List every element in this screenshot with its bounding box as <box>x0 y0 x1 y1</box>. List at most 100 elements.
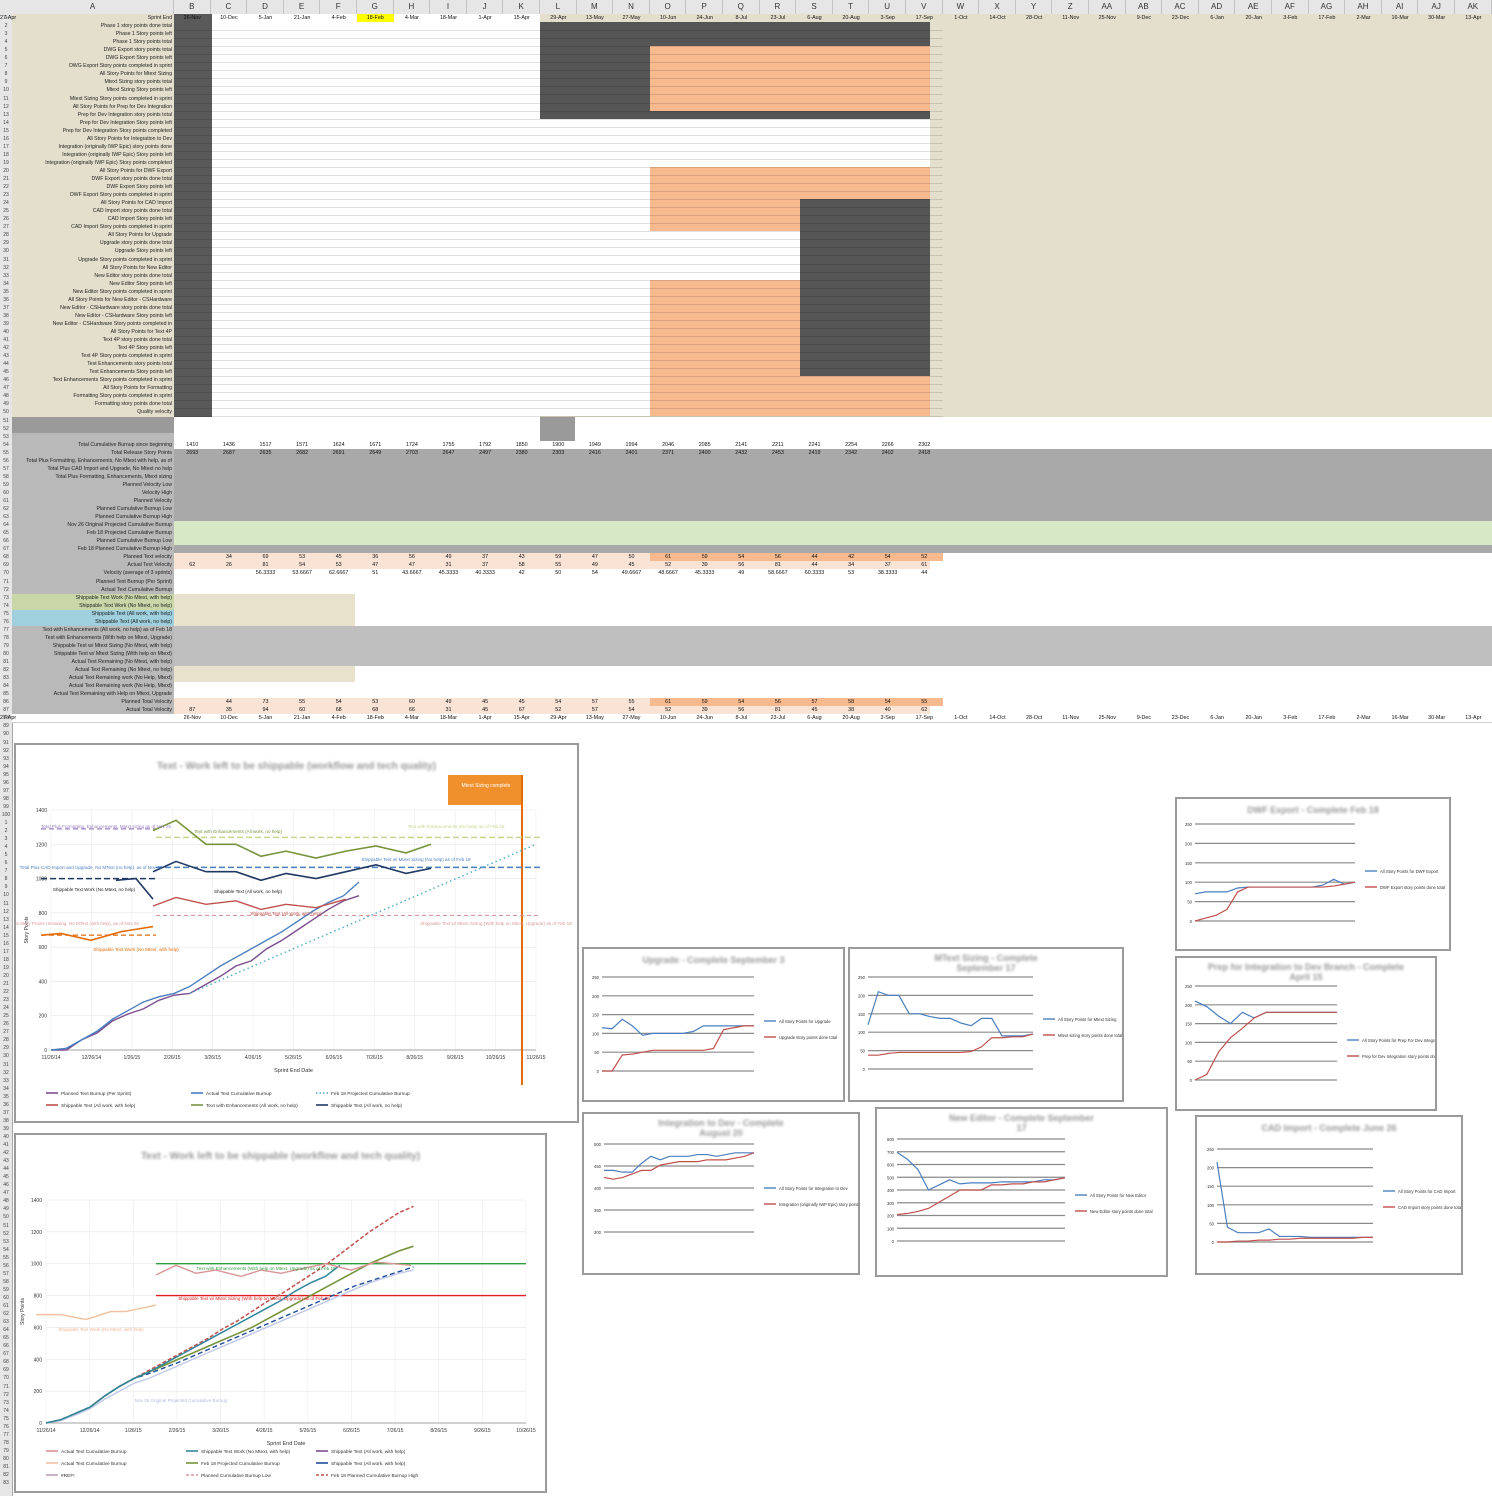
value-cell[interactable]: 2085 <box>686 441 723 449</box>
value-cell[interactable]: 56 <box>394 553 431 561</box>
sprint-date-cell[interactable]: 13-May <box>577 14 614 22</box>
row-header[interactable]: 8 <box>0 70 12 78</box>
row-header[interactable]: 13 <box>0 111 12 119</box>
value-cell[interactable]: 52 <box>650 706 687 714</box>
value-cell[interactable]: 56 <box>759 698 797 707</box>
row-header[interactable]: 93 <box>0 755 12 763</box>
value-cell[interactable]: 1571 <box>284 441 321 449</box>
value-cell[interactable]: 81 <box>760 561 797 569</box>
row-header[interactable]: 6 <box>0 859 12 867</box>
value-cell[interactable]: 61 <box>906 561 943 569</box>
row-header[interactable]: 61 <box>0 1302 12 1310</box>
value-cell[interactable]: 2453 <box>760 449 797 457</box>
row-header[interactable]: 49 <box>0 1205 12 1213</box>
column-header-c[interactable]: C <box>211 0 248 14</box>
row-header[interactable]: 45 <box>0 1173 12 1181</box>
filler-cell[interactable] <box>210 408 248 418</box>
row-header[interactable]: 75 <box>0 1415 12 1423</box>
value-cell[interactable]: 1410 <box>174 441 211 449</box>
value-cell[interactable]: 2416 <box>577 449 614 457</box>
sprint-date-cell[interactable]: 27-May <box>613 14 650 22</box>
value-cell[interactable]: 42 <box>832 553 870 562</box>
row-header[interactable]: 53 <box>0 433 12 441</box>
row-header[interactable]: 96 <box>0 779 12 787</box>
sprint-date-cell[interactable]: 1-Oct <box>943 714 980 722</box>
value-cell[interactable]: 37 <box>467 561 504 569</box>
value-cell[interactable]: 62 <box>174 561 211 569</box>
value-cell[interactable]: 57 <box>796 698 833 707</box>
row-header[interactable]: 21 <box>0 980 12 988</box>
row-header[interactable]: 22 <box>0 183 12 191</box>
value-cell[interactable]: 54 <box>320 698 357 706</box>
sprint-date-cell[interactable]: 10-Jun <box>650 14 687 22</box>
value-cell[interactable]: 59 <box>540 553 577 561</box>
row-header[interactable]: 64 <box>0 1326 12 1334</box>
row-header[interactable]: 46 <box>0 376 12 384</box>
row-header[interactable]: 65 <box>0 1334 12 1342</box>
value-cell[interactable]: 57 <box>577 698 614 706</box>
sprint-date-cell[interactable]: 27-May <box>613 714 650 722</box>
row-header[interactable]: 50 <box>0 1213 12 1221</box>
row-header[interactable]: 91 <box>0 739 12 747</box>
value-cell[interactable]: 36 <box>357 553 394 561</box>
column-header-aa[interactable]: AA <box>1089 0 1126 14</box>
value-cell[interactable]: 55 <box>540 561 577 569</box>
sprint-date-cell[interactable]: 15-Apr <box>503 714 540 722</box>
sprint-date-cell[interactable]: 20-Jan <box>1235 14 1272 22</box>
value-cell[interactable]: 54 <box>613 706 650 714</box>
sprint-date-cell[interactable]: 20-Jan <box>1235 714 1272 722</box>
value-cell[interactable]: 2693 <box>174 449 211 457</box>
row-header[interactable]: 72 <box>0 586 12 594</box>
value-cell[interactable]: 54 <box>540 698 577 706</box>
row-header[interactable]: 9 <box>0 78 12 86</box>
row-header[interactable]: 10 <box>0 86 12 94</box>
sprint-date-cell[interactable]: 9-Dec <box>1126 714 1163 722</box>
column-header-g[interactable]: G <box>357 0 394 14</box>
row-header[interactable]: 2 <box>0 22 12 30</box>
value-cell[interactable]: 1900 <box>540 441 577 449</box>
filler-cell[interactable] <box>357 408 394 418</box>
column-header-y[interactable]: Y <box>1016 0 1053 14</box>
sprint-date-cell[interactable]: 24-Jun <box>686 14 723 22</box>
value-cell[interactable]: 42 <box>503 569 540 577</box>
value-cell[interactable]: 2687 <box>211 449 248 457</box>
value-cell[interactable]: 1724 <box>394 441 431 449</box>
sprint-date-cell[interactable]: 6-Jan <box>1199 714 1236 722</box>
row-header[interactable]: 68 <box>0 553 12 561</box>
filler-cell[interactable] <box>283 408 321 418</box>
row-header[interactable]: 51 <box>0 417 12 425</box>
sprint-date-cell[interactable]: 24-Jun <box>686 714 723 722</box>
row-header[interactable]: 6 <box>0 54 12 62</box>
value-cell[interactable]: 2682 <box>284 449 321 457</box>
value-cell[interactable]: 53 <box>320 561 357 569</box>
value-cell[interactable]: 51 <box>357 569 394 577</box>
row-header[interactable]: 68 <box>0 1358 12 1366</box>
value-cell[interactable]: 2302 <box>906 441 943 449</box>
sprint-date-cell[interactable]: 4-Feb <box>320 14 357 22</box>
row-header[interactable]: 54 <box>0 1246 12 1254</box>
row-header[interactable]: 62 <box>0 1310 12 1318</box>
filler-cell[interactable] <box>869 408 906 418</box>
row-header[interactable]: 3 <box>0 835 12 843</box>
value-cell[interactable]: 57 <box>577 706 614 714</box>
row-header[interactable]: 52 <box>0 1230 12 1238</box>
sprint-date-cell[interactable]: 6-Aug <box>796 14 833 22</box>
value-cell[interactable]: 52 <box>650 561 687 569</box>
value-cell[interactable] <box>211 569 248 577</box>
sprint-date-cell[interactable]: 20-Aug <box>833 714 870 722</box>
value-cell[interactable]: 2211 <box>760 441 797 449</box>
sprint-date-cell[interactable]: 29-Apr <box>540 14 577 22</box>
row-header[interactable]: 41 <box>0 1141 12 1149</box>
row-header[interactable]: 73 <box>0 1399 12 1407</box>
row-header[interactable]: 16 <box>0 940 12 948</box>
sprint-date-cell[interactable]: 27-Apr <box>0 14 16 22</box>
filler-cell[interactable] <box>430 408 467 418</box>
value-cell[interactable]: 54 <box>869 553 906 562</box>
value-cell[interactable]: 55 <box>906 698 943 707</box>
row-header[interactable]: 43 <box>0 352 12 360</box>
value-cell[interactable]: 1624 <box>320 441 357 449</box>
value-cell[interactable]: 2380 <box>503 449 540 457</box>
sprint-date-cell[interactable]: 9-Dec <box>1126 14 1163 22</box>
value-cell[interactable]: 45 <box>467 706 504 714</box>
sprint-date-cell[interactable]: 29-Apr <box>540 714 577 722</box>
